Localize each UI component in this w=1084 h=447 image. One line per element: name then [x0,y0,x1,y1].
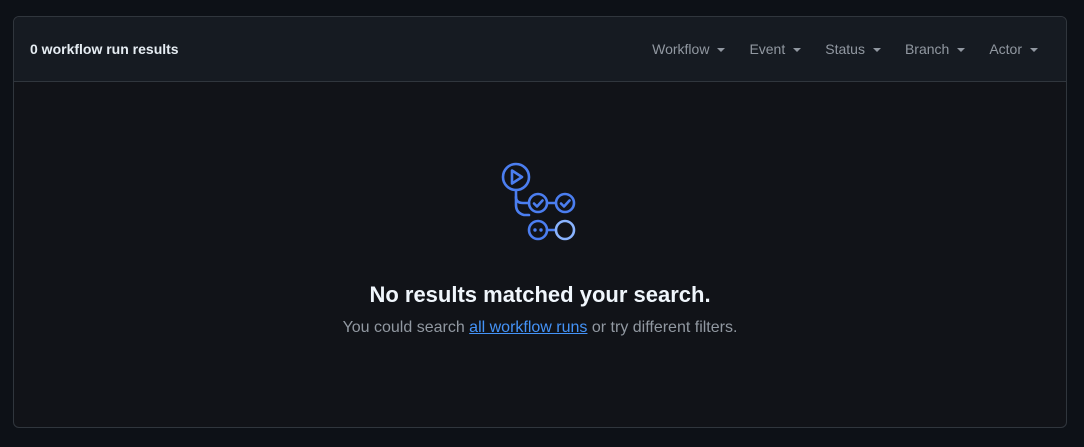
workflow-filter-button[interactable]: Workflow [640,41,737,57]
blankslate-text-after: or try different filters. [587,319,738,336]
filter-bar: Workflow Event Status Branch Actor [640,41,1050,57]
status-filter-label: Status [825,41,865,57]
chevron-down-icon [793,47,802,52]
blankslate-title: No results matched your search. [369,282,711,307]
blankslate-text-before: You could search [342,319,470,336]
workflow-icon [501,162,576,241]
chevron-down-icon [957,47,966,52]
all-workflow-runs-link[interactable]: all workflow runs [469,319,587,336]
workflow-filter-label: Workflow [652,41,710,57]
chevron-down-icon [1030,47,1038,52]
event-filter-label: Event [749,41,786,57]
box-header: 0 workflow run results Workflow Event St… [14,17,1066,82]
chevron-down-icon [717,47,726,52]
blankslate: No results matched your search. You coul… [14,82,1066,427]
actor-filter-label: Actor [989,41,1022,57]
actor-filter-button[interactable]: Actor [977,41,1050,57]
status-filter-button[interactable]: Status [813,41,893,57]
workflow-runs-box: 0 workflow run results Workflow Event St… [13,16,1067,428]
branch-filter-label: Branch [904,41,950,57]
blankslate-description: You could search all workflow runs or tr… [14,319,1066,337]
results-count: 0 workflow run results [30,41,179,57]
chevron-down-icon [872,47,881,52]
event-filter-button[interactable]: Event [737,41,813,57]
branch-filter-button[interactable]: Branch [893,41,977,57]
